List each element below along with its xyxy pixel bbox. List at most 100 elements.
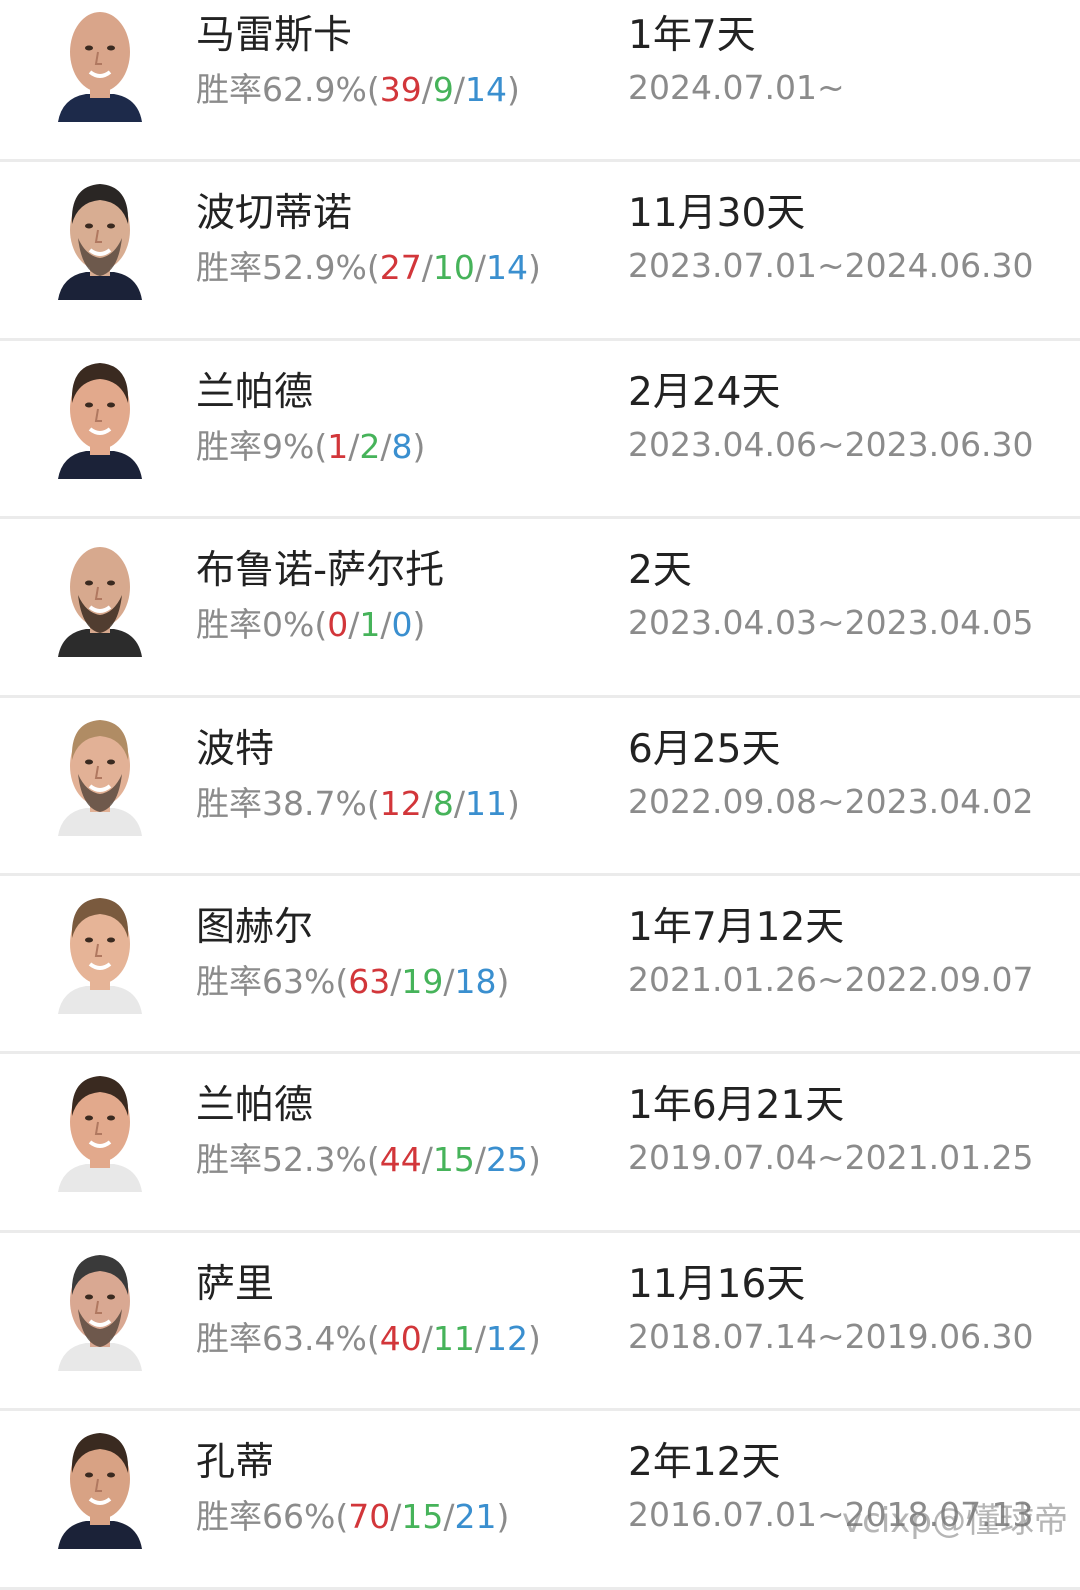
coach-tenure: 1年7天 [628, 13, 756, 58]
coach-period: 2018.07.14~2019.06.30 [628, 1316, 1034, 1356]
losses-count: 8 [391, 426, 413, 466]
stat-separator: / [443, 962, 455, 1001]
winrate-label: 胜率62.9%( [196, 70, 380, 109]
stat-separator: / [421, 1318, 433, 1358]
coach-avatar [52, 172, 148, 301]
stat-separator: / [421, 1140, 433, 1180]
coach-tenure: 1年7月12天 [628, 905, 845, 950]
winrate-label: 胜率38.7%( [196, 783, 380, 823]
coach-avatar [52, 529, 148, 658]
coach-period: 2024.07.01~ [628, 68, 845, 107]
coach-row[interactable]: 兰帕德 胜率52.3%(44/15/25) 1年6月21天 2019.07.04… [0, 1054, 1080, 1233]
draws-count: 11 [432, 1318, 475, 1358]
stat-separator: / [474, 248, 486, 288]
stat-separator: / [453, 70, 465, 109]
winrate-label: 胜率52.9%( [196, 248, 380, 288]
losses-count: 11 [464, 783, 507, 823]
coach-name: 孔蒂 [196, 1440, 275, 1486]
stat-separator: / [390, 1497, 402, 1537]
coach-tenure: 2年12天 [628, 1440, 781, 1486]
stat-separator: / [474, 1140, 486, 1180]
winrate-label: 胜率0%( [196, 605, 328, 645]
winrate-close: ) [527, 1140, 541, 1180]
winrate-label: 胜率63%( [196, 962, 349, 1001]
coach-name: 马雷斯卡 [196, 13, 353, 58]
coach-tenure: 2月24天 [628, 369, 781, 415]
coach-avatar [52, 708, 148, 836]
losses-count: 25 [485, 1140, 528, 1180]
coach-row[interactable]: 兰帕德 胜率9%(1/2/8) 2月24天 2023.04.06~2023.06… [0, 340, 1080, 520]
stat-separator: / [421, 783, 433, 823]
watermark: vcixp@懂球帝 [842, 1501, 1068, 1541]
coach-period: 2023.04.03~2023.04.05 [628, 603, 1034, 643]
winrate-close: ) [412, 426, 426, 466]
draws-count: 15 [401, 1497, 444, 1537]
draws-count: 2 [359, 426, 381, 466]
coach-period: 2023.07.01~2024.06.30 [628, 246, 1034, 286]
coach-row[interactable]: 波切蒂诺 胜率52.9%(27/10/14) 11月30天 2023.07.01… [0, 162, 1080, 341]
winrate-close: ) [527, 1318, 541, 1358]
coach-tenure: 1年6月21天 [628, 1083, 845, 1129]
coach-avatar [52, 886, 148, 1014]
coach-tenure: 2天 [628, 548, 692, 594]
draws-count: 19 [401, 962, 444, 1001]
wins-count: 44 [379, 1140, 422, 1180]
coach-period: 2019.07.04~2021.01.25 [628, 1138, 1034, 1178]
coach-period: 2022.09.08~2023.04.02 [628, 781, 1034, 821]
stat-separator: / [421, 248, 433, 288]
coach-row[interactable]: 萨里 胜率63.4%(40/11/12) 11月16天 2018.07.14~2… [0, 1232, 1080, 1412]
stat-separator: / [348, 426, 360, 466]
winrate-close: ) [506, 783, 520, 823]
coach-winrate: 胜率63%(63/19/18) [196, 962, 509, 1002]
stat-separator: / [380, 605, 392, 645]
stat-separator: / [474, 1318, 486, 1358]
coach-winrate: 胜率52.9%(27/10/14) [196, 248, 541, 288]
wins-count: 0 [327, 605, 349, 645]
coach-tenure: 11月16天 [628, 1261, 806, 1307]
coach-name: 布鲁诺-萨尔托 [196, 548, 445, 594]
coach-name: 波特 [196, 726, 275, 772]
coach-tenure: 6月25天 [628, 726, 781, 772]
stat-separator: / [453, 783, 465, 823]
winrate-close: ) [496, 962, 510, 1001]
coach-winrate: 胜率52.3%(44/15/25) [196, 1140, 541, 1180]
wins-count: 27 [379, 248, 422, 288]
coach-name: 图赫尔 [196, 905, 314, 950]
winrate-label: 胜率66%( [196, 1497, 349, 1537]
coach-period: 2023.04.06~2023.06.30 [628, 424, 1034, 464]
draws-count: 15 [432, 1140, 475, 1180]
coach-name: 萨里 [196, 1261, 275, 1307]
coach-avatar [52, 0, 148, 122]
coach-winrate: 胜率38.7%(12/8/11) [196, 784, 520, 824]
coach-avatar [52, 351, 148, 479]
coach-tenure: 11月30天 [628, 191, 806, 237]
wins-count: 12 [379, 783, 422, 823]
coach-avatar [52, 1064, 148, 1193]
coach-winrate: 胜率9%(1/2/8) [196, 427, 425, 467]
stat-separator: / [390, 962, 402, 1001]
winrate-label: 胜率9%( [196, 426, 328, 466]
stat-separator: / [380, 426, 392, 466]
coach-row[interactable]: 布鲁诺-萨尔托 胜率0%(0/1/0) 2天 2023.04.03~2023.0… [0, 519, 1080, 698]
coach-row[interactable]: 图赫尔 胜率63%(63/19/18) 1年7月12天 2021.01.26~2… [0, 876, 1080, 1055]
winrate-close: ) [412, 605, 426, 645]
coach-row[interactable]: 波特 胜率38.7%(12/8/11) 6月25天 2022.09.08~202… [0, 697, 1080, 876]
draws-count: 1 [359, 605, 381, 645]
draws-count: 9 [432, 70, 454, 109]
winrate-label: 胜率52.3%( [196, 1140, 380, 1180]
draws-count: 8 [432, 783, 454, 823]
coach-winrate: 胜率62.9%(39/9/14) [196, 70, 520, 110]
losses-count: 21 [454, 1497, 497, 1537]
winrate-label: 胜率63.4%( [196, 1318, 380, 1358]
coach-row[interactable]: 马雷斯卡 胜率62.9%(39/9/14) 1年7天 2024.07.01~ [0, 0, 1080, 163]
coach-name: 兰帕德 [196, 369, 314, 415]
winrate-close: ) [496, 1497, 510, 1537]
stat-separator: / [443, 1497, 455, 1537]
winrate-close: ) [527, 248, 541, 288]
winrate-close: ) [506, 70, 520, 109]
stat-separator: / [348, 605, 360, 645]
losses-count: 12 [485, 1318, 528, 1358]
coach-avatar [52, 1421, 148, 1550]
losses-count: 14 [485, 248, 528, 288]
draws-count: 10 [432, 248, 475, 288]
